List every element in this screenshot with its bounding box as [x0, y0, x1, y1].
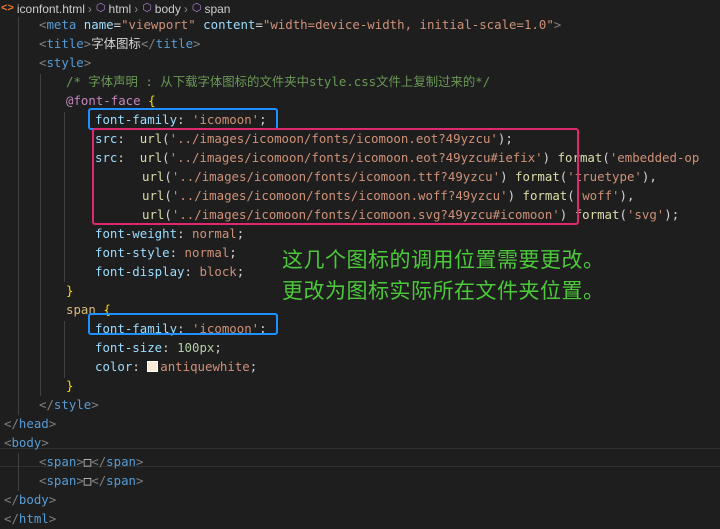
indent-guide — [18, 453, 19, 491]
code-line: <title>字体图标</title> — [39, 36, 201, 51]
code-line: /* 字体声明 : 从下载字体图标的文件夹中style.css文件上复制过来的*… — [66, 74, 491, 89]
breadcrumb-label: span — [204, 1, 231, 16]
code-line: </html> — [4, 511, 57, 526]
code-line: </body> — [4, 492, 57, 507]
breadcrumb-item-file[interactable]: <> iconfont.html — [0, 2, 85, 16]
breadcrumb-label: body — [154, 1, 181, 16]
breadcrumb-item-span[interactable]: ⬡ span — [191, 2, 231, 16]
element-cube-icon: ⬡ — [142, 2, 152, 14]
code-line: <meta name="viewport" content="width=dev… — [39, 17, 562, 32]
highlight-box-font-family — [88, 313, 278, 335]
code-line: } — [66, 283, 74, 298]
breadcrumb-item-body[interactable]: ⬡ body — [141, 2, 181, 16]
highlight-box-font-family — [88, 108, 278, 130]
annotation-text: 更改为图标实际所在文件夹位置。 — [282, 279, 605, 303]
code-line: } — [66, 378, 74, 393]
code-line: <span>□</span> — [39, 473, 144, 488]
code-line: font-weight: normal; — [95, 226, 245, 241]
indent-guide — [40, 74, 41, 396]
code-line: font-display: block; — [95, 264, 245, 279]
code-editor[interactable]: <meta name="viewport" content="width=dev… — [0, 17, 720, 529]
chevron-right-icon: › — [87, 1, 92, 16]
breadcrumb-item-html[interactable]: ⬡ html — [95, 2, 131, 16]
code-line: </style> — [39, 397, 99, 412]
html-file-icon: <> — [1, 2, 14, 14]
indent-guide — [64, 112, 65, 282]
code-line: <span>□</span> — [39, 454, 144, 469]
code-line: </head> — [4, 416, 57, 431]
color-swatch[interactable] — [147, 361, 159, 372]
code-line: <body> — [4, 435, 49, 450]
element-cube-icon: ⬡ — [95, 2, 106, 14]
breadcrumb-label: iconfont.html — [16, 1, 85, 16]
indent-guide — [18, 17, 19, 415]
chevron-right-icon: › — [134, 1, 139, 16]
code-line: color: antiquewhite; — [95, 359, 258, 374]
highlight-box-src — [92, 128, 579, 225]
code-line: <style> — [39, 55, 92, 70]
indent-guide — [64, 321, 65, 378]
breadcrumb-label: html — [108, 1, 132, 16]
code-line: font-size: 100px; — [95, 340, 222, 355]
annotation-text: 这几个图标的调用位置需要更改。 — [282, 248, 605, 272]
element-cube-icon: ⬡ — [191, 2, 202, 14]
chevron-right-icon: › — [183, 1, 188, 16]
code-line: font-style: normal; — [95, 245, 237, 260]
